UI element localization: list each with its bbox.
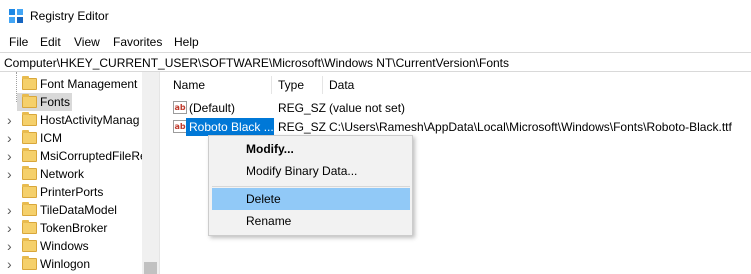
context-menu: Modify... Modify Binary Data... Delete R…: [208, 135, 413, 236]
window-title: Registry Editor: [30, 9, 109, 23]
menu-separator: [212, 186, 410, 187]
menu-item-rename[interactable]: Rename: [212, 210, 410, 232]
scrollbar-thumb[interactable]: [144, 262, 157, 274]
value-data: C:\Users\Ramesh\AppData\Local\Microsoft\…: [329, 120, 732, 134]
registry-editor-icon: [9, 9, 23, 23]
address-path: Computer\HKEY_CURRENT_USER\SOFTWARE\Micr…: [4, 56, 510, 70]
value-type: REG_SZ: [278, 101, 327, 115]
folder-icon: [22, 184, 37, 198]
tree-item[interactable]: Fonts: [0, 93, 142, 111]
tree-item[interactable]: › MsiCorruptedFileRe: [0, 147, 147, 165]
column-header-type[interactable]: Type: [278, 78, 304, 92]
tree-item[interactable]: › ICM: [0, 129, 142, 147]
tree-item[interactable]: › HostActivityManag: [0, 111, 142, 129]
tree-scrollbar[interactable]: [142, 72, 159, 274]
folder-icon: [22, 148, 37, 162]
folder-icon: [22, 130, 37, 144]
folder-icon: [22, 238, 37, 252]
chevron-right-icon[interactable]: ›: [7, 113, 17, 127]
value-row-selected[interactable]: ab Roboto Black ... REG_SZ C:\Users\Rame…: [161, 118, 751, 136]
tree-item-label: MsiCorruptedFileRe: [40, 149, 147, 163]
string-value-icon: ab: [173, 120, 187, 133]
value-row[interactable]: ab (Default) REG_SZ (value not set): [161, 99, 751, 117]
tree-item[interactable]: › Windows: [0, 237, 142, 255]
chevron-right-icon[interactable]: ›: [7, 221, 17, 235]
value-data: (value not set): [329, 101, 406, 115]
chevron-right-icon[interactable]: ›: [7, 131, 17, 145]
tree-item-label: HostActivityManag: [40, 113, 140, 127]
tree-item-label: Windows: [40, 239, 89, 253]
tree-item-label: Font Management: [40, 77, 138, 91]
value-name: (Default): [189, 101, 236, 115]
folder-icon: [22, 202, 37, 216]
menu-item-delete[interactable]: Delete: [212, 188, 410, 210]
string-value-icon: ab: [173, 101, 187, 114]
folder-icon: [22, 76, 37, 90]
menu-item-label: Delete: [246, 192, 281, 206]
menu-favorites[interactable]: Favorites: [113, 35, 162, 49]
menu-file[interactable]: File: [9, 35, 28, 49]
folder-icon: [22, 256, 37, 270]
column-header-data[interactable]: Data: [329, 78, 354, 92]
tree-item-label: Winlogon: [40, 257, 91, 271]
address-bar[interactable]: Computer\HKEY_CURRENT_USER\SOFTWARE\Micr…: [0, 52, 751, 72]
key-tree[interactable]: Font Management Fonts › HostActivityManag › I…: [0, 72, 160, 274]
chevron-right-icon[interactable]: ›: [7, 203, 17, 217]
tree-item[interactable]: › TileDataModel: [0, 201, 142, 219]
tree-item[interactable]: › Winlogon: [0, 255, 142, 273]
tree-item[interactable]: › Network: [0, 165, 142, 183]
tree-item[interactable]: PrinterPorts: [0, 183, 142, 201]
folder-icon: [22, 166, 37, 180]
tree-item-label: TokenBroker: [40, 221, 108, 235]
tree-item-label: Fonts: [40, 95, 71, 109]
menu-bar: File Edit View Favorites Help: [0, 32, 751, 52]
column-divider[interactable]: [322, 76, 323, 94]
folder-icon: [22, 94, 37, 108]
folder-icon: [22, 112, 37, 126]
tree-item-label: ICM: [40, 131, 62, 145]
tree-item-label: Network: [40, 167, 85, 181]
folder-icon: [22, 220, 37, 234]
menu-edit[interactable]: Edit: [40, 35, 61, 49]
menu-item-modify[interactable]: Modify...: [212, 138, 410, 160]
tree-item[interactable]: Font Management: [0, 75, 142, 93]
value-type: REG_SZ: [278, 120, 327, 134]
menu-item-label: Modify...: [246, 142, 294, 156]
chevron-right-icon[interactable]: ›: [7, 167, 17, 181]
menu-item-label: Rename: [246, 214, 292, 228]
menu-help[interactable]: Help: [174, 35, 199, 49]
chevron-right-icon[interactable]: ›: [7, 149, 17, 163]
tree-item[interactable]: › TokenBroker: [0, 219, 142, 237]
menu-item-modify-binary[interactable]: Modify Binary Data...: [212, 160, 410, 182]
menu-view[interactable]: View: [74, 35, 100, 49]
tree-item-label: TileDataModel: [40, 203, 117, 217]
menu-item-label: Modify Binary Data...: [246, 164, 358, 178]
value-name: Roboto Black ...: [189, 120, 274, 134]
tree-item-label: PrinterPorts: [40, 185, 104, 199]
column-divider[interactable]: [271, 76, 272, 94]
column-header-name[interactable]: Name: [173, 78, 205, 92]
chevron-right-icon[interactable]: ›: [7, 239, 17, 253]
chevron-right-icon[interactable]: ›: [7, 257, 17, 271]
title-bar: Registry Editor: [0, 0, 751, 32]
